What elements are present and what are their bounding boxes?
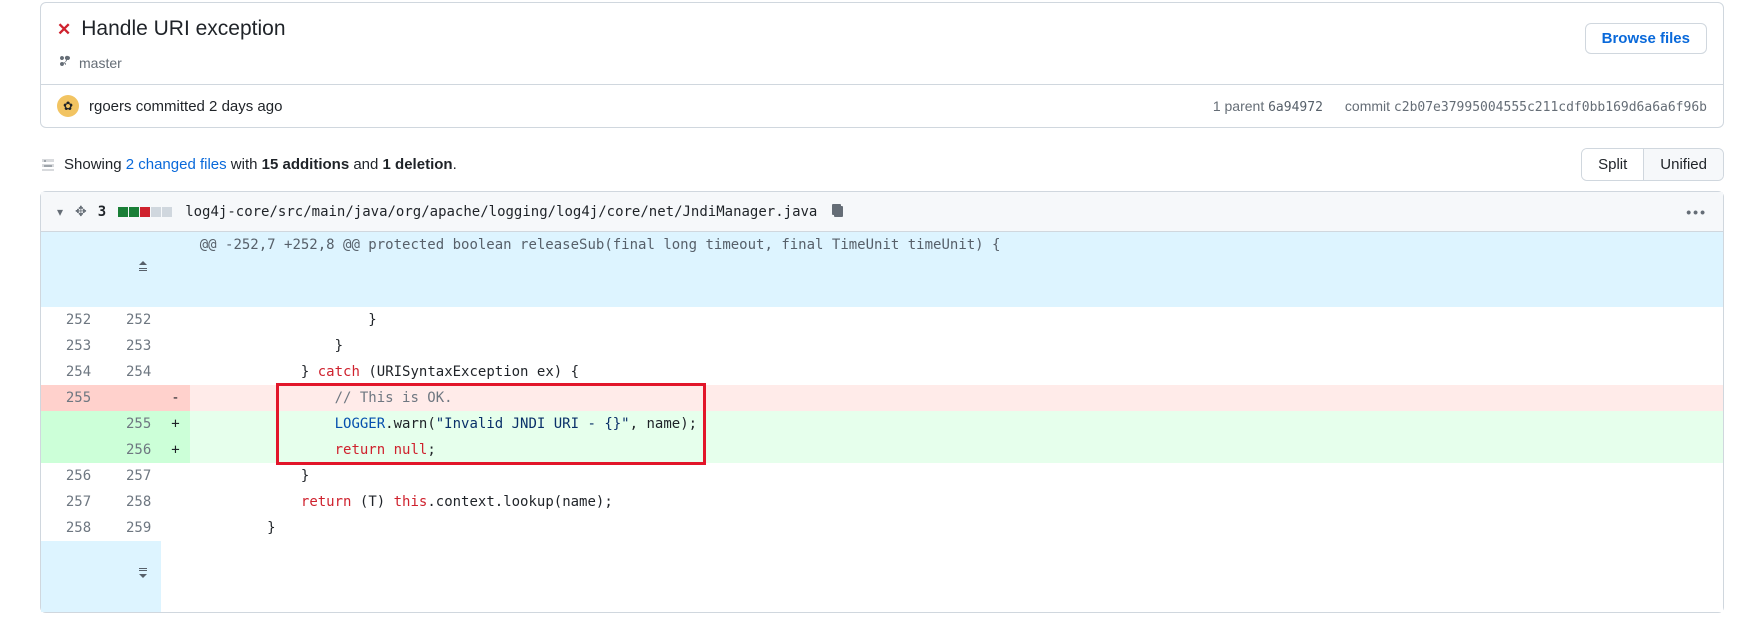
code-cell[interactable]: return (T) this.context.lookup(name);	[190, 489, 1723, 515]
collapse-file-toggle[interactable]: ▾	[57, 205, 63, 219]
code-cell[interactable]: // This is OK.	[190, 385, 1723, 411]
diff-body-wrapper: @@ -252,7 +252,8 @@ protected boolean re…	[41, 232, 1723, 612]
diff-sign	[161, 359, 189, 385]
expand-up-icon[interactable]	[41, 232, 161, 307]
diff-summary-bar: Showing 2 changed files with 15 addition…	[40, 148, 1724, 181]
diff-line-del: 255 - // This is OK.	[41, 385, 1723, 411]
code-cell[interactable]: }	[190, 307, 1723, 333]
line-number-old[interactable]: 255	[41, 385, 101, 411]
file-change-count: 3	[98, 204, 106, 220]
hunk-header-row: @@ -252,7 +252,8 @@ protected boolean re…	[41, 232, 1723, 307]
diff-sign	[161, 515, 189, 541]
line-number-new[interactable]: 257	[101, 463, 161, 489]
with-label: with	[227, 156, 262, 173]
diff-view-toggle: Split Unified	[1581, 148, 1724, 181]
author-link[interactable]: rgoers	[89, 98, 132, 115]
diff-sign	[161, 333, 189, 359]
diff-file-header: ▾ ✥ 3 log4j-core/src/main/java/org/apach…	[41, 192, 1723, 232]
commit-box: ✕ Handle URI exception master Browse fil…	[40, 2, 1724, 128]
commit-title: Handle URI exception	[81, 17, 285, 41]
expand-down-icon[interactable]	[41, 541, 161, 612]
diff-sign: +	[161, 437, 189, 463]
commit-header: ✕ Handle URI exception master Browse fil…	[41, 3, 1723, 85]
diff-line-ctx: 256257 }	[41, 463, 1723, 489]
diff-sign: -	[161, 385, 189, 411]
line-number-old[interactable]: 254	[41, 359, 101, 385]
code-cell[interactable]: } catch (URISyntaxException ex) {	[190, 359, 1723, 385]
committed-text: committed 2 days ago	[136, 98, 283, 115]
line-number-old[interactable]: 258	[41, 515, 101, 541]
line-number-old[interactable]	[41, 411, 101, 437]
diff-sign	[161, 489, 189, 515]
branch-icon	[57, 53, 73, 72]
line-number-old[interactable]	[41, 437, 101, 463]
line-number-new[interactable]: 258	[101, 489, 161, 515]
line-number-old[interactable]: 252	[41, 307, 101, 333]
code-cell[interactable]: LOGGER.warn("Invalid JNDI URI - {}", nam…	[190, 411, 1723, 437]
diffstat-blocks	[118, 207, 173, 217]
additions-count: 15 additions	[262, 156, 350, 173]
diff-line-ctx: 254254 } catch (URISyntaxException ex) {	[41, 359, 1723, 385]
diff-sign	[161, 307, 189, 333]
diff-file: ▾ ✥ 3 log4j-core/src/main/java/org/apach…	[40, 191, 1724, 613]
line-number-old[interactable]: 257	[41, 489, 101, 515]
parent-label: 1 parent	[1213, 98, 1264, 114]
code-cell[interactable]: }	[190, 333, 1723, 359]
diff-line-add: 255+ LOGGER.warn("Invalid JNDI URI - {}"…	[41, 411, 1723, 437]
diff-sign	[161, 463, 189, 489]
dot: .	[453, 156, 457, 173]
copy-path-icon[interactable]	[829, 202, 845, 221]
line-number-new[interactable]: 256	[101, 437, 161, 463]
commit-status-closed-icon: ✕	[57, 21, 71, 38]
browse-files-button[interactable]: Browse files	[1585, 23, 1707, 54]
diff-line-ctx: 252252 }	[41, 307, 1723, 333]
commit-byline: ✿ rgoers committed 2 days ago 1 parent 6…	[41, 85, 1723, 127]
line-number-new[interactable]: 253	[101, 333, 161, 359]
file-actions-menu[interactable]: •••	[1686, 204, 1707, 220]
file-path[interactable]: log4j-core/src/main/java/org/apache/logg…	[185, 204, 817, 220]
drag-handle-icon[interactable]: ✥	[75, 203, 86, 220]
diff-line-add: 256+ return null;	[41, 437, 1723, 463]
and-label: and	[349, 156, 382, 173]
avatar[interactable]: ✿	[57, 95, 79, 117]
line-number-old[interactable]: 253	[41, 333, 101, 359]
diff-line-ctx: 257258 return (T) this.context.lookup(na…	[41, 489, 1723, 515]
showing-label: Showing	[64, 156, 126, 173]
line-number-new[interactable]: 259	[101, 515, 161, 541]
expand-down-row	[41, 541, 1723, 612]
line-number-old[interactable]: 256	[41, 463, 101, 489]
diff-table: @@ -252,7 +252,8 @@ protected boolean re…	[41, 232, 1723, 541]
commit-sha-label: commit	[1345, 98, 1390, 114]
parent-sha-link[interactable]: 6a94972	[1268, 100, 1323, 115]
code-cell[interactable]: return null;	[190, 437, 1723, 463]
deletions-count: 1 deletion	[383, 156, 453, 173]
line-number-new[interactable]: 255	[101, 411, 161, 437]
unified-view-button[interactable]: Unified	[1643, 149, 1723, 180]
line-number-new[interactable]: 252	[101, 307, 161, 333]
hunk-header-text: @@ -252,7 +252,8 @@ protected boolean re…	[190, 232, 1723, 307]
diff-icon	[40, 157, 56, 173]
branch-name[interactable]: master	[79, 55, 122, 71]
diff-table-tail	[41, 541, 1723, 612]
code-cell[interactable]: }	[190, 515, 1723, 541]
diff-line-ctx: 258259 }	[41, 515, 1723, 541]
code-cell[interactable]: }	[190, 463, 1723, 489]
diff-sign: +	[161, 411, 189, 437]
commit-sha: c2b07e37995004555c211cdf0bb169d6a6a6f96b	[1394, 100, 1707, 115]
diff-line-ctx: 253253 }	[41, 333, 1723, 359]
changed-files-link[interactable]: 2 changed files	[126, 156, 227, 173]
line-number-new[interactable]: 254	[101, 359, 161, 385]
line-number-new[interactable]	[101, 385, 161, 411]
split-view-button[interactable]: Split	[1582, 149, 1643, 180]
